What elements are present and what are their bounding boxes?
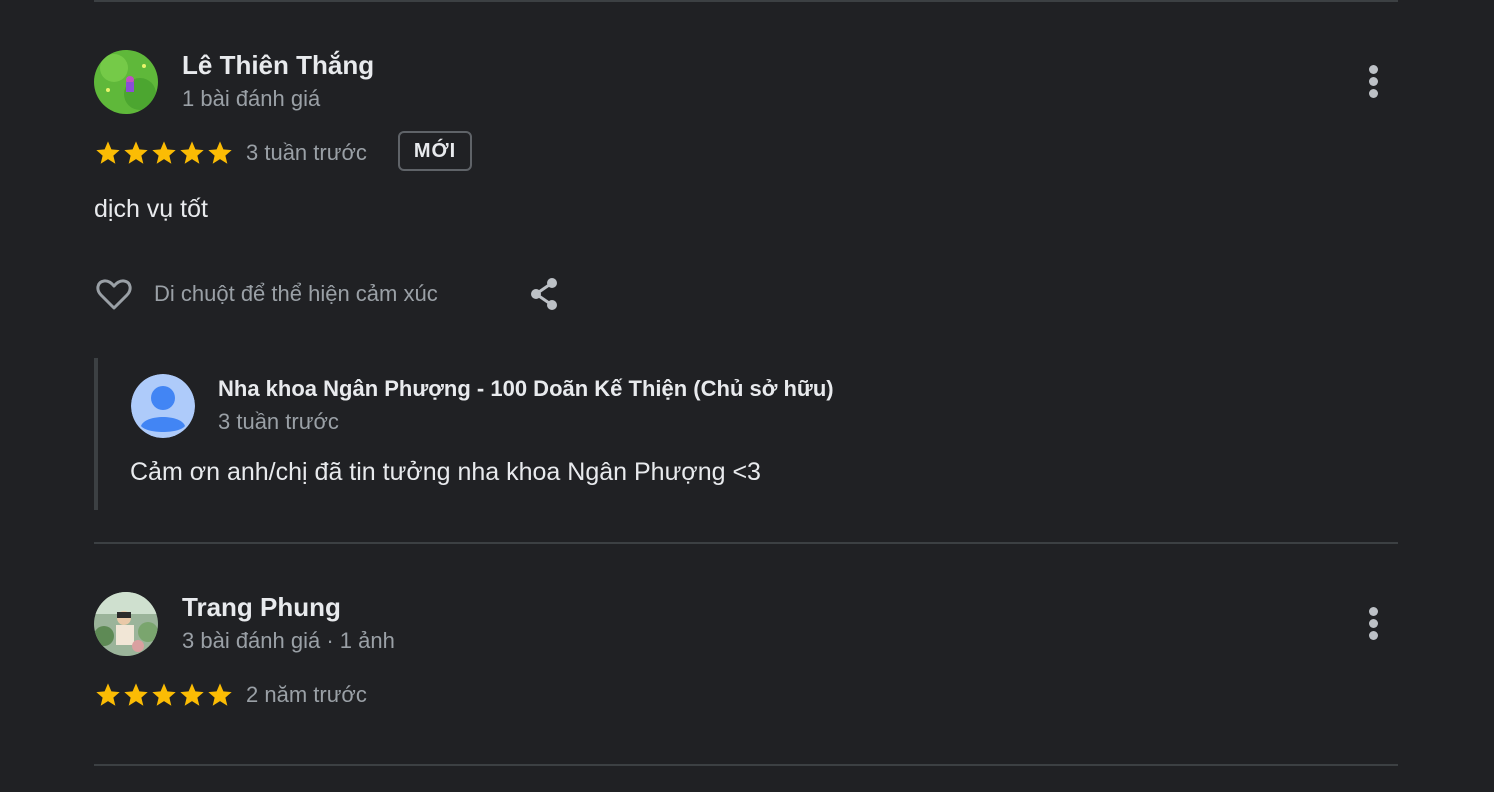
star-rating — [94, 139, 234, 167]
new-badge: MỚI — [398, 131, 472, 171]
review-divider — [94, 542, 1398, 544]
more-vertical-icon[interactable] — [1360, 62, 1388, 102]
more-vertical-icon[interactable] — [1360, 604, 1388, 644]
star-icon — [124, 141, 148, 164]
reviews-list: Lê Thiên Thắng 1 bài đánh giá 3 tuần trư… — [0, 0, 1494, 792]
owner-reply-date: 3 tuần trước — [218, 409, 339, 434]
review-text: dịch vụ tốt — [94, 195, 208, 223]
star-rating — [94, 681, 234, 709]
share-icon[interactable] — [524, 274, 564, 314]
owner-avatar — [131, 374, 195, 438]
owner-reply-text: Cảm ơn anh/chị đã tin tưởng nha khoa Ngâ… — [130, 458, 761, 486]
owner-reply: Nha khoa Ngân Phượng - 100 Doãn Kế Thiện… — [94, 358, 1298, 510]
reviewer-name[interactable]: Lê Thiên Thắng — [182, 50, 374, 81]
star-icon — [180, 141, 204, 164]
star-icon — [208, 141, 232, 164]
reviewer-meta: 1 bài đánh giá — [182, 86, 321, 111]
star-icon — [96, 141, 120, 164]
review-divider — [94, 764, 1398, 766]
star-icon — [152, 141, 176, 164]
reviewer-name[interactable]: Trang Phung — [182, 592, 341, 623]
reviewer-meta: 3 bài đánh giá · 1 ảnh — [182, 628, 395, 653]
star-icon — [96, 683, 120, 706]
avatar[interactable] — [94, 592, 158, 656]
review-date: 3 tuần trước — [246, 140, 367, 165]
star-icon — [124, 683, 148, 706]
star-icon — [152, 683, 176, 706]
owner-name: Nha khoa Ngân Phượng - 100 Doãn Kế Thiện… — [218, 376, 834, 401]
top-divider — [94, 0, 1398, 2]
avatar[interactable] — [94, 50, 158, 114]
heart-outline-icon[interactable] — [94, 274, 134, 314]
star-icon — [208, 683, 232, 706]
star-icon — [180, 683, 204, 706]
reaction-hint: Di chuột để thể hiện cảm xúc — [154, 281, 438, 306]
review-date: 2 năm trước — [246, 682, 367, 707]
